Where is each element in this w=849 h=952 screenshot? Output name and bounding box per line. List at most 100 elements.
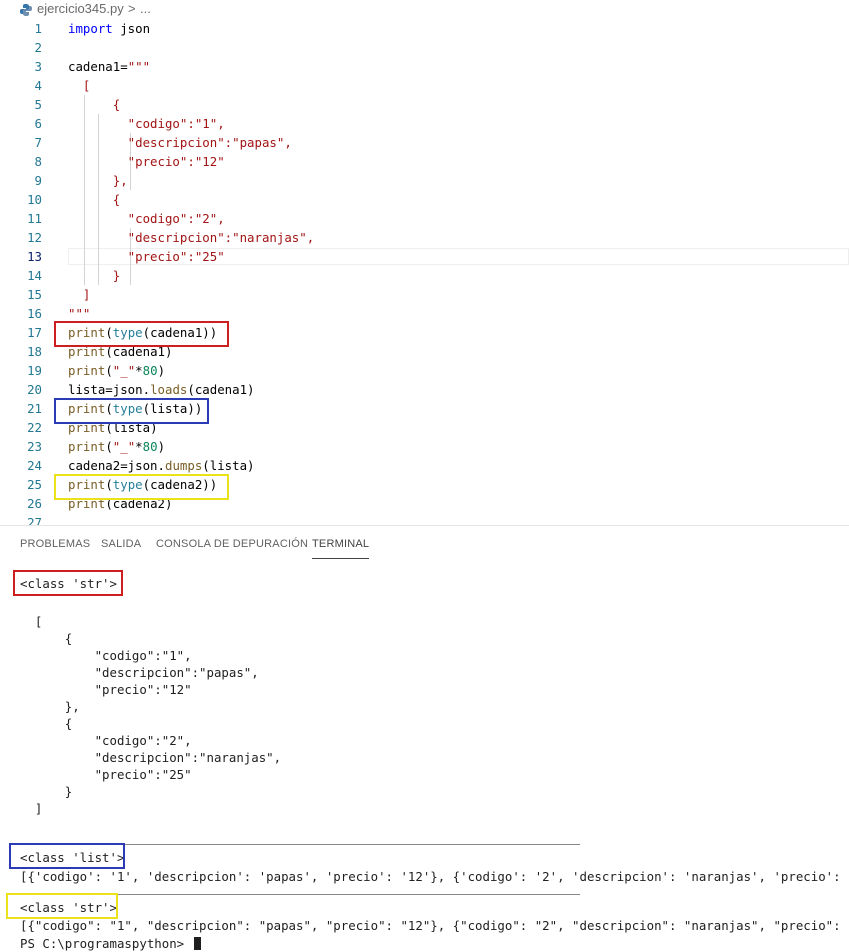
code-line[interactable]: 15 ] (0, 285, 849, 304)
code-line[interactable]: 11 "codigo":"2", (0, 209, 849, 228)
code-token: "codigo":"1", (68, 116, 225, 131)
code-text: { (68, 190, 120, 209)
code-token: } (68, 268, 121, 283)
code-text: } (68, 266, 120, 285)
terminal-line: [{"codigo": "1", "descripcion": "papas",… (20, 916, 849, 935)
code-text: }, (68, 171, 128, 190)
tab-salida[interactable]: SALIDA (101, 538, 141, 550)
code-text: "descripcion":"papas", (68, 133, 292, 152)
line-number: 9 (34, 173, 42, 188)
line-number: 11 (27, 211, 42, 226)
code-token: [ (68, 78, 91, 93)
code-token: dumps (164, 458, 203, 473)
terminal-text: { (20, 716, 73, 731)
code-line[interactable]: 4 [ (0, 76, 849, 95)
code-text: import json (68, 19, 150, 38)
code-token: lista=json. (68, 382, 151, 397)
code-line[interactable]: 10 { (0, 190, 849, 209)
code-token: ) (157, 439, 166, 454)
highlight-box-yellow-code (54, 474, 229, 500)
code-line[interactable]: 1 import json (0, 19, 849, 38)
code-text: [ (68, 76, 90, 95)
line-number: 3 (34, 59, 42, 74)
code-line[interactable]: 24 cadena2=json.dumps(lista) (0, 456, 849, 475)
code-line[interactable]: 6 "codigo":"1", (0, 114, 849, 133)
code-token: "_" (112, 439, 136, 454)
breadcrumb-file[interactable]: ejercicio345.py (37, 1, 124, 16)
code-token: (lista) (202, 458, 255, 473)
code-token: ) (157, 363, 166, 378)
terminal-text: "descripcion":"papas", (20, 665, 259, 680)
code-text: print("_"*80) (68, 361, 165, 380)
code-line[interactable]: 2 (0, 38, 849, 57)
line-number: 2 (34, 40, 42, 55)
code-line[interactable]: 12 "descripcion":"naranjas", (0, 228, 849, 247)
code-token: print (68, 363, 106, 378)
code-line[interactable]: 9 }, (0, 171, 849, 190)
code-token: "_" (112, 363, 136, 378)
code-text: cadena2=json.dumps(lista) (68, 456, 255, 475)
line-number: 6 (34, 116, 42, 131)
line-number: 1 (34, 21, 42, 36)
python-file-icon (20, 4, 32, 16)
highlight-box-blue-terminal (9, 843, 125, 869)
code-token: json (112, 21, 151, 36)
terminal-text: } (20, 784, 73, 799)
highlight-box-blue-code (54, 398, 209, 424)
line-number: 13 (27, 249, 42, 264)
code-text: lista=json.loads(cadena1) (68, 380, 255, 399)
tab-consola-depuracion[interactable]: CONSOLA DE DEPURACIÓN (156, 538, 308, 550)
panel-tabs: PROBLEMAS SALIDA CONSOLA DE DEPURACIÓN T… (0, 525, 849, 566)
code-token: (cadena1) (187, 382, 255, 397)
code-line[interactable]: 14 } (0, 266, 849, 285)
tab-terminal[interactable]: TERMINAL (312, 538, 370, 559)
line-number: 10 (27, 192, 42, 207)
highlight-box-red-terminal (13, 570, 123, 596)
terminal-text: "descripcion":"naranjas", (20, 750, 282, 765)
code-token: }, (68, 173, 128, 188)
code-line[interactable]: 8 "precio":"12" (0, 152, 849, 171)
line-number: 8 (34, 154, 42, 169)
code-token: cadena1= (68, 59, 128, 74)
code-token: "precio":"12" (68, 154, 225, 169)
code-text: "descripcion":"naranjas", (68, 228, 315, 247)
line-number: 12 (27, 230, 42, 245)
code-line[interactable]: 20 lista=json.loads(cadena1) (0, 380, 849, 399)
code-text: "precio":"12" (68, 152, 225, 171)
terminal-line: ] (20, 799, 42, 818)
code-text: { (68, 95, 120, 114)
code-token: * (135, 363, 143, 378)
code-line[interactable]: 27 (0, 513, 849, 525)
code-line[interactable]: 19 print("_"*80) (0, 361, 849, 380)
code-line[interactable]: 7 "descripcion":"papas", (0, 133, 849, 152)
line-number: 25 (27, 477, 42, 492)
line-number: 20 (27, 382, 42, 397)
code-token: ] (68, 287, 91, 302)
code-token: loads (150, 382, 188, 397)
code-line[interactable]: 3 cadena1=""" (0, 57, 849, 76)
line-number: 15 (27, 287, 42, 302)
terminal-text: PS C:\programaspython> (20, 936, 192, 951)
code-text: "codigo":"2", (68, 209, 225, 228)
tab-problemas[interactable]: PROBLEMAS (20, 538, 90, 550)
code-token: print (68, 439, 106, 454)
code-token: "codigo":"2", (68, 211, 225, 226)
code-text: print("_"*80) (68, 437, 165, 456)
code-line[interactable]: 23 print("_"*80) (0, 437, 849, 456)
highlight-box-red-code (54, 321, 229, 347)
code-text: "codigo":"1", (68, 114, 225, 133)
chevron-right-icon: > (128, 1, 136, 16)
terminal-text: "codigo":"2", (20, 733, 192, 748)
code-text: ] (68, 285, 90, 304)
code-token: """ (127, 59, 151, 74)
line-number: 21 (27, 401, 42, 416)
code-editor[interactable]: 1 import json 2 3 cadena1=""" 4 [5 {6 "codigo… (0, 19, 849, 525)
code-line[interactable]: 13 "precio":"25" (0, 247, 849, 266)
breadcrumb: ejercicio345.py > ... (0, 0, 849, 20)
terminal-text: ] (20, 801, 43, 816)
terminal-line: [{'codigo': '1', 'descripcion': 'papas',… (20, 867, 849, 886)
code-line[interactable]: 5 { (0, 95, 849, 114)
terminal-output[interactable]: <class 'str'> [ { "codigo":"1", "descrip… (0, 566, 849, 952)
terminal-cursor (193, 937, 201, 950)
breadcrumb-more[interactable]: ... (140, 1, 151, 16)
